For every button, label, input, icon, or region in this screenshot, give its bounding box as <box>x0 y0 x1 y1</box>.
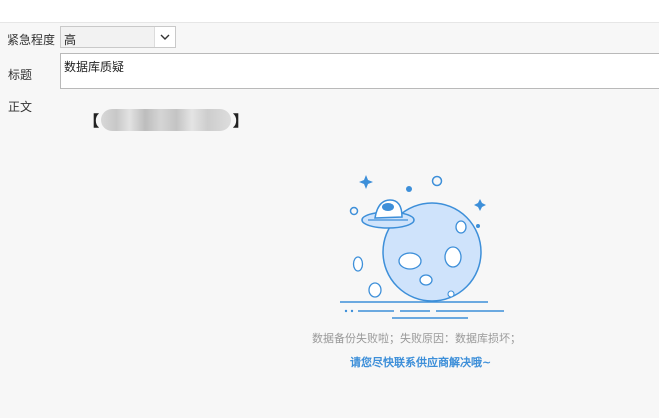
contact-vendor-hint: 请您尽快联系供应商解决哦~ <box>350 356 492 369</box>
sparkle-icon <box>474 199 486 211</box>
planet-crater <box>398 252 422 270</box>
title-input[interactable]: 数据库质疑 <box>60 53 659 89</box>
body-label: 正文 <box>8 100 33 114</box>
planet-crater <box>368 282 382 298</box>
planet-ufo-illustration <box>340 175 504 319</box>
ring-dot-icon <box>431 175 443 187</box>
redacted-text: 【 】 <box>84 108 248 132</box>
blurred-content <box>101 109 232 131</box>
chevron-down-icon[interactable] <box>154 27 175 47</box>
title-label: 标题 <box>8 68 33 82</box>
sparkle-icon <box>359 175 373 189</box>
planet-crater <box>352 256 364 272</box>
planet-crater <box>444 246 462 268</box>
redacted-close-bracket: 】 <box>233 111 249 130</box>
redacted-open-bracket: 【 <box>84 111 100 130</box>
planet-crater <box>447 290 455 298</box>
urgency-select[interactable]: 高 <box>60 26 176 48</box>
ufo-window <box>382 203 394 211</box>
planet-crater <box>419 274 433 286</box>
ring-dot-icon <box>349 206 359 216</box>
urgency-selected-value: 高 <box>64 33 77 47</box>
planet-crater <box>455 220 467 234</box>
error-message: 数据备份失败啦；失败原因：数据库损坏； <box>312 332 521 345</box>
title-input-value: 数据库质疑 <box>64 60 125 74</box>
dot-icon <box>406 186 412 192</box>
top-toolbar <box>0 0 659 23</box>
dot-icon <box>476 224 480 228</box>
urgency-label: 紧急程度 <box>7 33 56 47</box>
